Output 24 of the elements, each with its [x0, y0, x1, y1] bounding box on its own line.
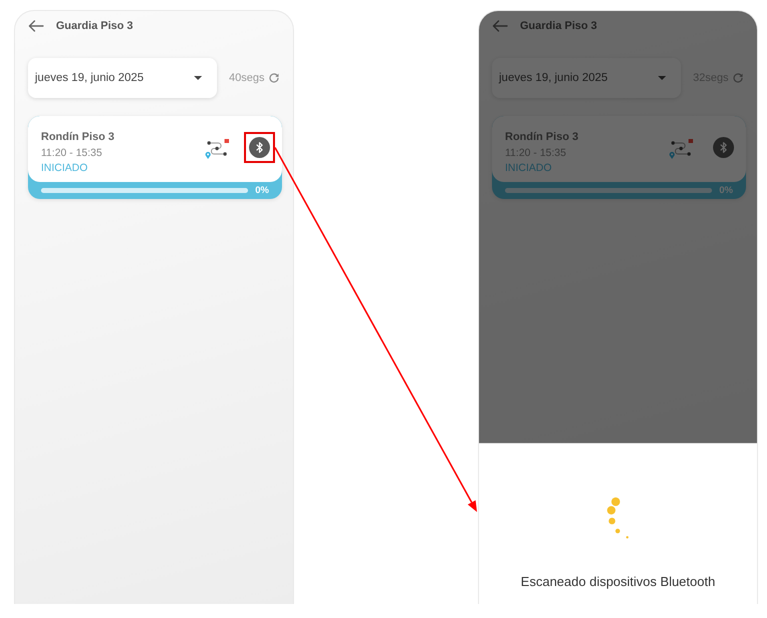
route-icon[interactable] [205, 139, 229, 159]
refresh-icon[interactable] [269, 73, 280, 83]
round-status: INICIADO [41, 161, 88, 176]
round-status: INICIADO [505, 161, 552, 176]
loading-spinner-icon [607, 497, 629, 539]
bluetooth-icon[interactable] [249, 137, 270, 158]
round-title: Rondín Piso 3 [41, 130, 114, 145]
refresh-countdown: 40segs [229, 72, 264, 84]
scan-status-text: Escaneado dispositivos Bluetooth [520, 574, 716, 590]
caret-icon [658, 76, 666, 80]
round-time: 11:20 - 15:35 [41, 146, 102, 161]
screen-title: Guardia Piso 3 [56, 20, 134, 32]
round-card[interactable]: Rondín Piso 3 11:20 - 15:35 INICIADO 0% [28, 116, 282, 199]
progress-label: 0% [255, 185, 269, 196]
round-title: Rondín Piso 3 [505, 130, 578, 145]
progress-label: 0% [719, 185, 733, 196]
date-dropdown[interactable]: jueves 19, junio 2025 [28, 58, 217, 98]
back-icon[interactable] [492, 20, 508, 32]
date-dropdown[interactable]: jueves 19, junio 2025 [492, 58, 681, 98]
refresh-icon[interactable] [733, 73, 744, 83]
back-icon[interactable] [28, 20, 44, 32]
screen-title: Guardia Piso 3 [520, 20, 598, 32]
caret-icon [194, 76, 202, 80]
bluetooth-icon[interactable] [713, 137, 734, 158]
